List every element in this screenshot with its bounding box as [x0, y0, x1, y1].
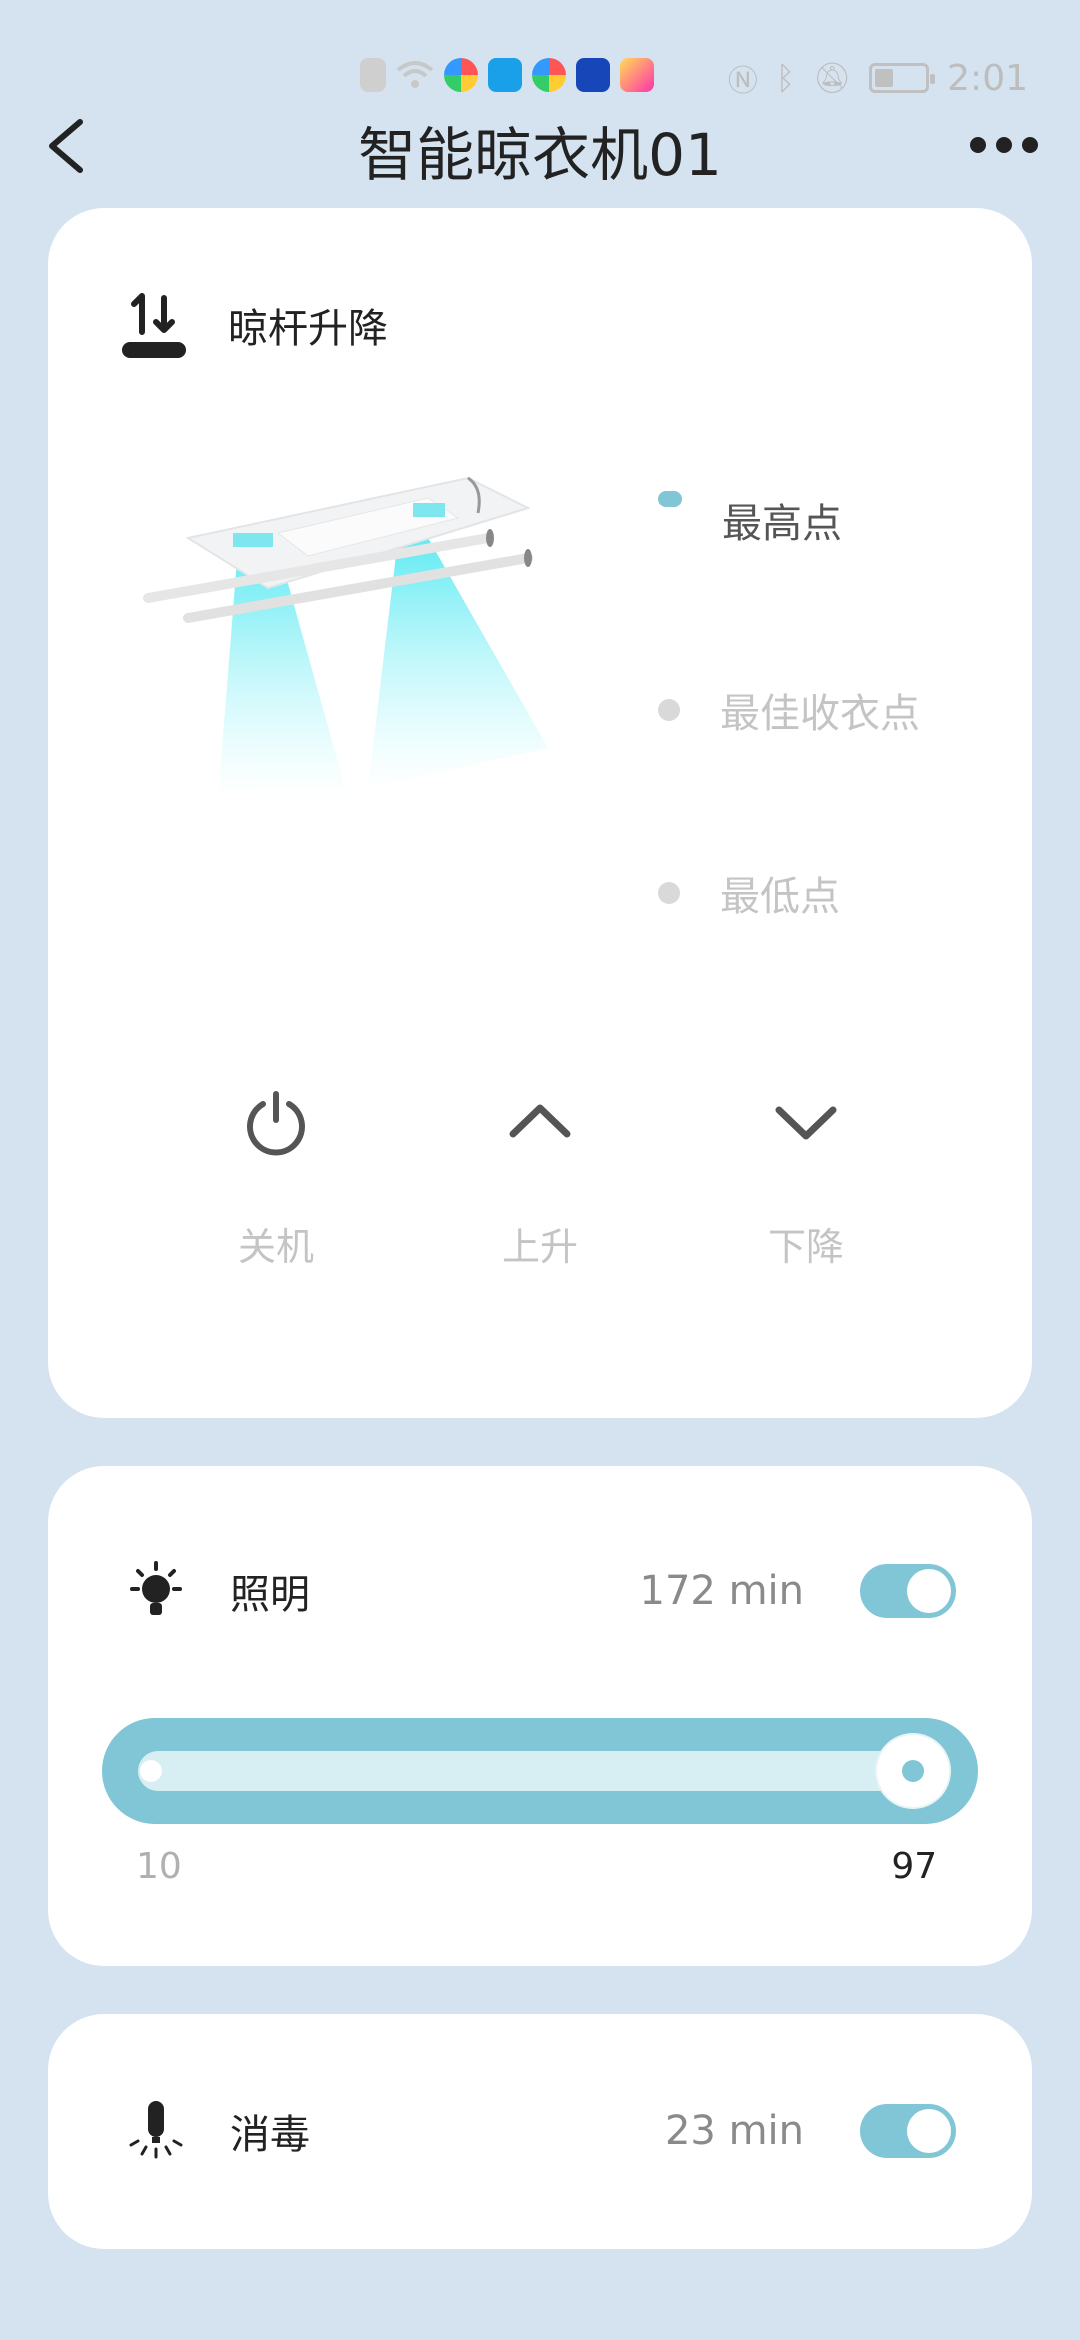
header: 智能晾衣机01: [0, 100, 1080, 190]
disinfect-duration: 23 min: [664, 2108, 804, 2154]
position-best-collect[interactable]: 最佳收衣点: [658, 618, 920, 801]
position-label: 最佳收衣点: [720, 690, 920, 737]
app-icon-colorful: [444, 58, 478, 92]
lighting-header: 照明 172 min: [124, 1556, 956, 1626]
position-indicator-dot: [658, 698, 680, 721]
position-list: 最高点 最佳收衣点 最低点: [658, 483, 920, 984]
disinfect-title: 消毒: [230, 2112, 310, 2158]
raise-button[interactable]: 上升: [470, 1078, 610, 1271]
power-icon: [247, 1091, 305, 1156]
uv-lamp-icon: [129, 2101, 183, 2159]
slider-thumb[interactable]: [877, 1735, 950, 1807]
raise-label: 上升: [501, 1225, 578, 1269]
mute-bell-icon: 🔕︎: [813, 60, 852, 96]
notification-icons: [360, 58, 654, 92]
app-icon-colorful-2: [532, 58, 566, 92]
slider-value-label: 97: [891, 1846, 938, 1887]
lower-label: 下降: [767, 1225, 844, 1269]
slider-min-label: 10: [136, 1846, 182, 1887]
status-bar: Ⓝ ᛒ 🔕︎ 2:01: [0, 0, 1080, 110]
wifi-icon: [396, 60, 434, 90]
battery-icon: [869, 63, 936, 93]
lower-button[interactable]: 下降: [736, 1078, 876, 1271]
disinfect-header: 消毒 23 min: [124, 2096, 956, 2166]
lighting-toggle[interactable]: [860, 1564, 956, 1618]
position-indicator-dot: [658, 491, 682, 507]
lift-title: 晾杆升降: [228, 306, 388, 352]
clock: 2:01: [947, 57, 1028, 99]
lighting-title: 照明: [230, 1572, 310, 1618]
power-off-button[interactable]: 关机: [206, 1078, 346, 1271]
position-indicator-dot: [658, 881, 680, 904]
bluetooth-icon: ᛒ: [775, 59, 796, 97]
alert-icon: [360, 58, 386, 92]
app-icon-gradient: [620, 58, 654, 92]
light-bulb-icon: [130, 1561, 182, 1615]
lift-header: 晾杆升降: [120, 290, 388, 360]
toggle-knob: [907, 2109, 951, 2153]
page-title: 智能晾衣机01: [358, 121, 722, 189]
clothes-rack-illustration: [143, 476, 548, 798]
nfc-icon: Ⓝ: [727, 64, 758, 99]
position-label: 最低点: [720, 873, 840, 920]
app-icon-blue: [576, 58, 610, 92]
more-options-button[interactable]: [964, 125, 1044, 165]
lift-icon: [122, 293, 186, 358]
more-dot: [1022, 137, 1038, 153]
status-right: Ⓝ ᛒ 🔕︎ 2:01: [728, 56, 1028, 100]
toggle-knob: [907, 1569, 951, 1613]
more-dot: [970, 137, 986, 153]
lighting-duration: 172 min: [639, 1568, 805, 1614]
search-app-icon: [488, 58, 522, 92]
chevron-up-icon: [509, 1104, 571, 1138]
slider-track: [138, 1751, 942, 1791]
disinfect-card: 消毒 23 min: [48, 2014, 1032, 2249]
position-label: 最高点: [722, 501, 842, 547]
slider-min-dot: [140, 1760, 162, 1782]
power-off-label: 关机: [237, 1225, 314, 1269]
position-highest[interactable]: 最高点: [658, 483, 920, 618]
brightness-slider[interactable]: [102, 1718, 978, 1824]
lighting-card: 照明 172 min 10 97: [48, 1466, 1032, 1966]
position-lowest[interactable]: 最低点: [658, 801, 920, 984]
chevron-down-icon: [775, 1106, 837, 1140]
lift-card: 晾杆升降 最高点 最佳收衣点 最低点 关机 上升 下降: [48, 208, 1032, 1418]
disinfect-toggle[interactable]: [860, 2104, 956, 2158]
more-dot: [996, 137, 1012, 153]
